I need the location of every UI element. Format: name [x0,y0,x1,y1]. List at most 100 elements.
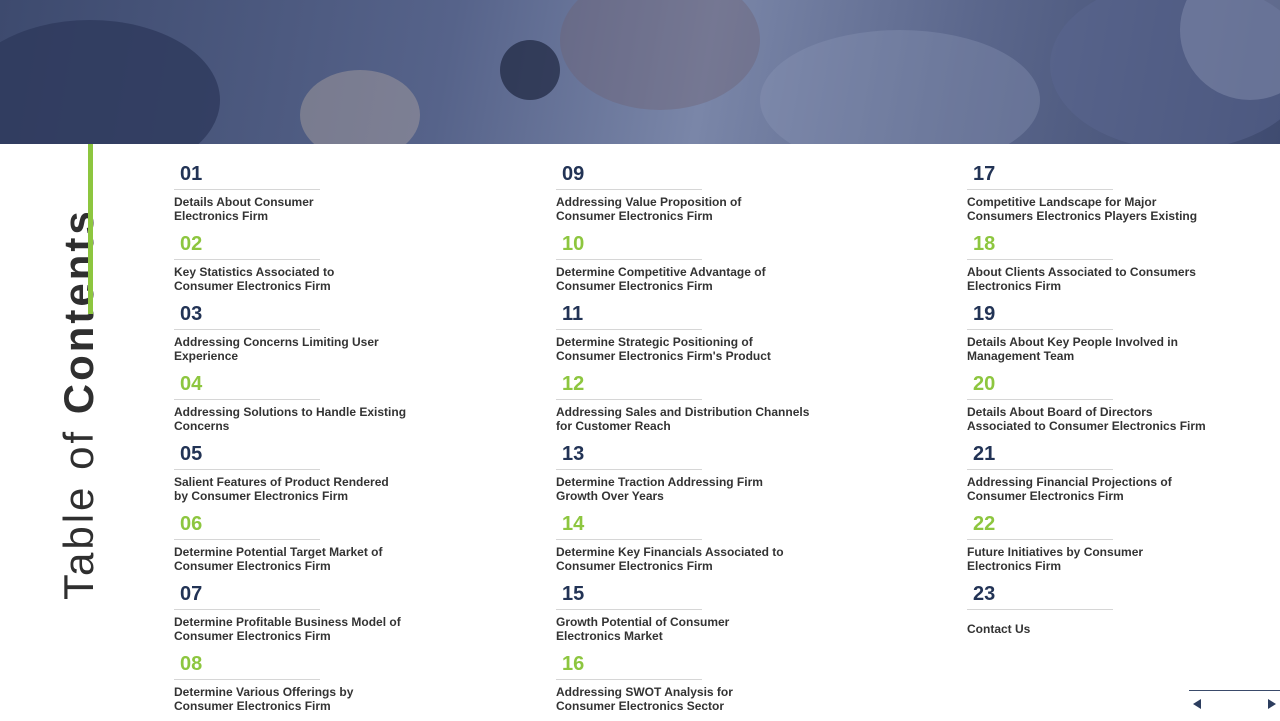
toc-item-07[interactable]: 07 Determine Profitable Business Model o… [174,583,434,643]
toc-divider [174,259,320,260]
toc-label: Determine Competitive Advantage of Consu… [556,265,766,293]
toc-item-20[interactable]: 20 Details About Board of Directors Asso… [967,373,1227,433]
toc-number: 22 [973,513,996,535]
toc-item-11[interactable]: 11 Determine Strategic Positioning of Co… [556,303,816,363]
toc-item-13[interactable]: 13 Determine Traction Addressing Firm Gr… [556,443,816,503]
toc-item-04[interactable]: 04 Addressing Solutions to Handle Existi… [174,373,434,433]
toc-number: 07 [180,583,203,605]
toc-label: Addressing Concerns Limiting User Experi… [174,335,379,363]
page-title: Table of Contents [55,180,102,600]
toc-number: 21 [973,443,996,465]
toc-number: 05 [180,443,203,465]
toc-divider [967,399,1113,400]
toc-label: Competitive Landscape for Major Consumer… [967,195,1198,223]
toc-item-19[interactable]: 19 Details About Key People Involved in … [967,303,1227,363]
toc-label: Key Statistics Associated to Consumer El… [174,265,335,293]
toc-divider [967,609,1113,610]
toc-number: 13 [562,443,585,465]
toc-divider [174,399,320,400]
toc-label: Determine Potential Target Market of Con… [174,545,383,573]
toc-label: Salient Features of Product Rendered by … [174,475,389,503]
toc-item-22[interactable]: 22 Future Initiatives by Consumer Electr… [967,513,1227,573]
toc-label: Addressing Sales and Distribution Channe… [556,405,810,433]
toc-divider [967,539,1113,540]
toc-label: Details About Key People Involved in Man… [967,335,1178,363]
toc-number: 12 [562,373,585,395]
toc-number: 10 [562,233,585,255]
toc-label: Determine Key Financials Associated to C… [556,545,784,573]
toc-divider [174,609,320,610]
toc-divider [174,469,320,470]
toc-item-12[interactable]: 12 Addressing Sales and Distribution Cha… [556,373,816,433]
toc-number: 03 [180,303,203,325]
toc-number: 15 [562,583,585,605]
toc-divider [556,609,702,610]
toc-label: Growth Potential of Consumer Electronics… [556,615,730,643]
toc-label: Determine Various Offerings by Consumer … [174,685,354,713]
toc-item-18[interactable]: 18 About Clients Associated to Consumers… [967,233,1227,293]
toc-number: 14 [562,513,585,535]
slide-navigation [1189,690,1280,721]
toc-item-10[interactable]: 10 Determine Competitive Advantage of Co… [556,233,816,293]
toc-number: 17 [973,163,996,185]
toc-number: 08 [180,653,203,675]
toc-item-08[interactable]: 08 Determine Various Offerings by Consum… [174,653,434,713]
toc-item-23[interactable]: 23 Contact Us [967,583,1227,636]
toc-number: 23 [973,583,996,605]
toc-number: 19 [973,303,996,325]
title-accent-bar [88,144,93,314]
toc-divider [556,329,702,330]
toc-divider [556,679,702,680]
toc-divider [967,469,1113,470]
toc-divider [556,539,702,540]
title-bold: Contents [55,208,102,415]
toc-label: Details About Consumer Electronics Firm [174,195,314,223]
toc-label: Future Initiatives by Consumer Electroni… [967,545,1144,573]
toc-label: About Clients Associated to Consumers El… [967,265,1196,293]
toc-label: Addressing Financial Projections of Cons… [967,475,1172,503]
toc-item-03[interactable]: 03 Addressing Concerns Limiting User Exp… [174,303,434,363]
toc-number: 04 [180,373,203,395]
toc-number: 06 [180,513,203,535]
toc-label: Determine Strategic Positioning of Consu… [556,335,771,363]
toc-divider [174,679,320,680]
next-arrow-icon[interactable] [1268,699,1276,709]
toc-number: 01 [180,163,203,185]
toc-divider [967,189,1113,190]
toc-item-05[interactable]: 05 Salient Features of Product Rendered … [174,443,434,503]
toc-item-14[interactable]: 14 Determine Key Financials Associated t… [556,513,816,573]
toc-label: Determine Profitable Business Model of C… [174,615,401,643]
toc-number: 20 [973,373,996,395]
toc-item-16[interactable]: 16 Addressing SWOT Analysis for Consumer… [556,653,816,713]
toc-divider [556,189,702,190]
toc-divider [967,329,1113,330]
toc-divider [174,329,320,330]
toc-item-06[interactable]: 06 Determine Potential Target Market of … [174,513,434,573]
toc-divider [967,259,1113,260]
toc-label: Addressing Solutions to Handle Existing … [174,405,407,433]
toc-divider [556,469,702,470]
toc-label: Addressing Value Proposition of Consumer… [556,195,742,223]
toc-divider [174,189,320,190]
toc-label: Contact Us [967,622,1031,636]
toc-label: Details About Board of Directors Associa… [967,405,1206,433]
toc-number: 09 [562,163,585,185]
toc-number: 18 [973,233,996,255]
prev-arrow-icon[interactable] [1193,699,1201,709]
toc-item-09[interactable]: 09 Addressing Value Proposition of Consu… [556,163,816,223]
toc-label: Determine Traction Addressing Firm Growt… [556,475,763,503]
toc-number: 16 [562,653,585,675]
toc-item-17[interactable]: 17 Competitive Landscape for Major Consu… [967,163,1227,223]
toc-divider [174,539,320,540]
toc-item-02[interactable]: 02 Key Statistics Associated to Consumer… [174,233,434,293]
toc-item-15[interactable]: 15 Growth Potential of Consumer Electron… [556,583,816,643]
toc-item-01[interactable]: 01 Details About Consumer Electronics Fi… [174,163,434,223]
toc-number: 11 [562,303,584,325]
header-photo-banner [0,0,1280,144]
toc-label: Addressing SWOT Analysis for Consumer El… [556,685,733,713]
toc-divider [556,259,702,260]
title-light: Table of [55,428,102,600]
toc-item-21[interactable]: 21 Addressing Financial Projections of C… [967,443,1227,503]
toc-divider [556,399,702,400]
toc-number: 02 [180,233,203,255]
